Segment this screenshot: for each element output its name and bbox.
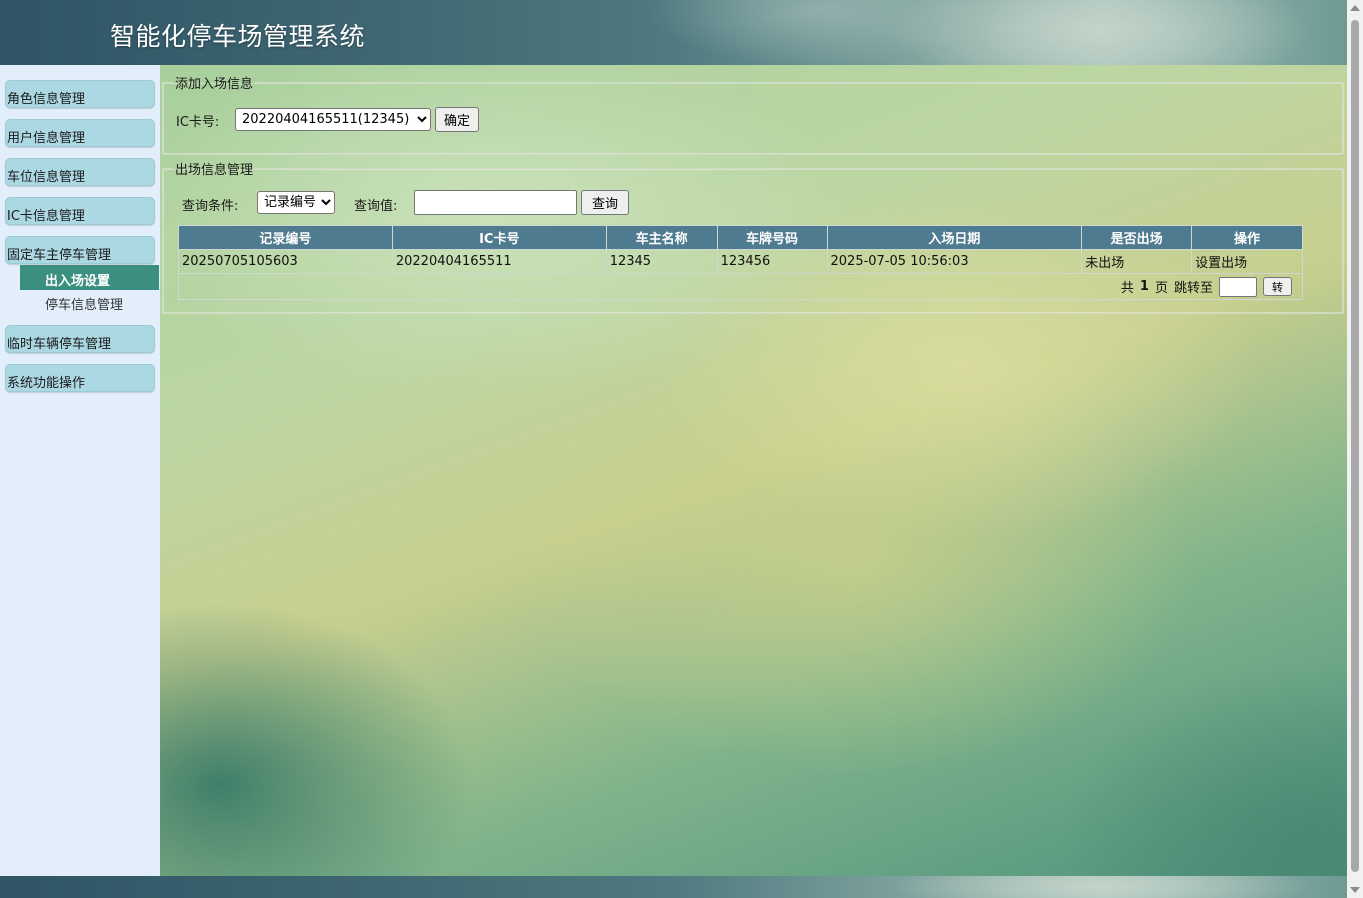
set-exit-link[interactable]: 设置出场 bbox=[1191, 249, 1303, 274]
cell-plate-number: 123456 bbox=[716, 249, 828, 274]
sidebar-item-parking-spaces[interactable]: 车位信息管理 bbox=[5, 158, 155, 186]
sidebar-item-roles[interactable]: 角色信息管理 bbox=[5, 80, 155, 108]
add-entry-legend: 添加入场信息 bbox=[175, 77, 254, 92]
exit-management-legend: 出场信息管理 bbox=[175, 163, 254, 178]
pager-unit: 页 bbox=[1154, 281, 1168, 296]
header-owner-name: 车主名称 bbox=[605, 225, 718, 250]
pager-row: 共 1 页 跳转至 转 bbox=[178, 273, 1303, 300]
query-value-label: 查询值: bbox=[354, 199, 398, 214]
sidebar-item-fixed-owner-parking[interactable]: 固定车主停车管理 bbox=[5, 236, 155, 264]
page-go-button[interactable]: 转 bbox=[1263, 277, 1292, 296]
scroll-up-arrow-icon[interactable] bbox=[1350, 5, 1360, 11]
header-entry-date: 入场日期 bbox=[826, 225, 1083, 250]
page-scrollbar[interactable] bbox=[1347, 0, 1363, 898]
ic-card-label: IC卡号: bbox=[176, 115, 220, 130]
sidebar-item-ic-cards[interactable]: IC卡信息管理 bbox=[5, 197, 155, 225]
query-condition-label: 查询条件: bbox=[182, 199, 239, 214]
header-ic-card: IC卡号 bbox=[391, 225, 607, 250]
pager-prefix: 共 bbox=[1120, 281, 1134, 296]
query-value-input[interactable] bbox=[414, 190, 577, 215]
cell-ic-card: 20220404165511 bbox=[391, 249, 607, 274]
sidebar-item-users[interactable]: 用户信息管理 bbox=[5, 119, 155, 147]
scrollbar-thumb[interactable] bbox=[1351, 20, 1359, 872]
header-actions: 操作 bbox=[1191, 225, 1303, 250]
confirm-button[interactable]: 确定 bbox=[435, 107, 479, 132]
query-button[interactable]: 查询 bbox=[581, 190, 629, 215]
ic-card-select[interactable]: 20220404165511(12345) bbox=[235, 108, 431, 131]
header-record-id: 记录编号 bbox=[178, 225, 393, 250]
pager-jump-label: 跳转至 bbox=[1173, 281, 1213, 296]
query-condition-select[interactable]: 记录编号 bbox=[257, 191, 335, 214]
cell-record-id: 20250705105603 bbox=[178, 249, 393, 274]
app-footer bbox=[0, 876, 1347, 898]
cell-exited: 未出场 bbox=[1081, 249, 1193, 274]
pager-cell: 共 1 页 跳转至 转 bbox=[178, 273, 1303, 300]
cell-owner-name: 12345 bbox=[605, 249, 718, 274]
header-plate-number: 车牌号码 bbox=[716, 225, 828, 250]
page-jump-input[interactable] bbox=[1219, 276, 1257, 297]
sidebar-item-temporary-vehicle-parking[interactable]: 临时车辆停车管理 bbox=[5, 325, 155, 353]
cell-entry-date: 2025-07-05 10:56:03 bbox=[826, 249, 1083, 274]
parking-records-table: 记录编号 IC卡号 车主名称 车牌号码 入场日期 是否出场 操作 2025070… bbox=[178, 225, 1303, 300]
sidebar-item-system-functions[interactable]: 系统功能操作 bbox=[5, 364, 155, 392]
table-row: 20250705105603 20220404165511 12345 1234… bbox=[178, 249, 1303, 274]
sidebar: 角色信息管理 用户信息管理 车位信息管理 IC卡信息管理 固定车主停车管理 出入… bbox=[0, 65, 160, 876]
app-title: 智能化停车场管理系统 bbox=[110, 22, 366, 51]
pager: 共 1 页 跳转至 转 bbox=[1120, 276, 1292, 297]
scroll-down-arrow-icon[interactable] bbox=[1350, 887, 1360, 893]
submenu-item-parking-info[interactable]: 停车信息管理 bbox=[45, 294, 123, 313]
table-header-row: 记录编号 IC卡号 车主名称 车牌号码 入场日期 是否出场 操作 bbox=[178, 225, 1303, 250]
pager-total-pages: 1 bbox=[1139, 279, 1149, 294]
app-header: 智能化停车场管理系统 bbox=[0, 0, 1347, 65]
submenu-item-entry-exit-settings[interactable]: 出入场设置 bbox=[20, 265, 159, 290]
header-exited: 是否出场 bbox=[1081, 225, 1193, 250]
